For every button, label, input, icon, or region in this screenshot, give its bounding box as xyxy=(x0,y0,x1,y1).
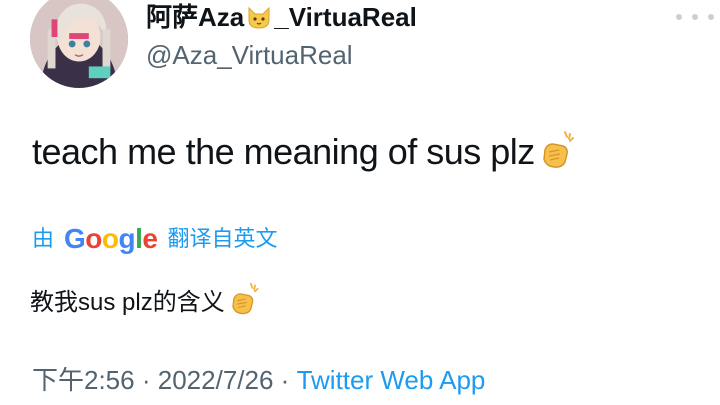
separator: · xyxy=(141,365,151,395)
cat-face-icon xyxy=(246,4,272,38)
tweet-time[interactable]: 下午2:56 xyxy=(32,365,135,395)
translated-by-label: 由 xyxy=(32,226,55,251)
translated-text: 教我sus plz的含义 xyxy=(30,282,261,327)
display-name[interactable]: 阿萨Aza _VirtuaReal xyxy=(146,0,417,38)
tweet-date[interactable]: 2022/7/26 xyxy=(158,365,274,395)
translation-attribution: 由 Google 翻译自英文 xyxy=(32,222,278,256)
clapping-hands-icon xyxy=(537,130,577,180)
more-dot xyxy=(692,14,698,20)
more-options-icon[interactable] xyxy=(676,10,714,24)
translated-from-english-link[interactable]: 翻译自英文 xyxy=(167,222,277,256)
display-name-prefix: 阿萨Aza xyxy=(146,2,245,32)
more-dot xyxy=(676,14,682,20)
clapping-hands-icon xyxy=(227,282,261,327)
google-logo-letter: o xyxy=(101,223,119,254)
more-dot xyxy=(708,14,714,20)
user-handle[interactable]: @Aza_VirtuaReal xyxy=(146,38,353,72)
google-logo[interactable]: Google xyxy=(64,222,158,256)
google-logo-letter: e xyxy=(142,223,158,254)
tweet-body: teach me the meaning of sus plz xyxy=(32,131,535,172)
google-logo-letter: G xyxy=(64,223,86,254)
avatar[interactable] xyxy=(30,0,128,88)
translated-body: 教我sus plz的含义 xyxy=(30,289,225,316)
avatar-image xyxy=(30,0,128,88)
display-name-suffix: _VirtuaReal xyxy=(274,2,417,32)
tweet-metadata: 下午2:56 · 2022/7/26 · Twitter Web App xyxy=(32,362,485,398)
separator: · xyxy=(280,365,290,395)
google-logo-letter: g xyxy=(118,223,136,254)
source-app-link[interactable]: Twitter Web App xyxy=(297,365,486,395)
tweet-text: teach me the meaning of sus plz xyxy=(32,130,577,180)
google-logo-letter: o xyxy=(85,223,102,254)
